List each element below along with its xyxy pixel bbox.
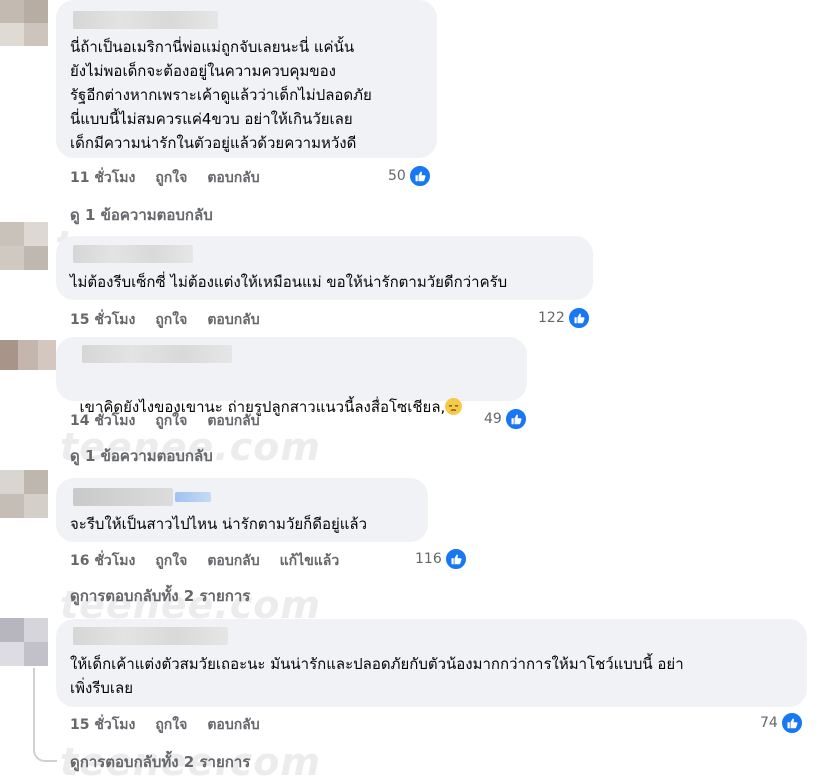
reaction-count[interactable]: 49 xyxy=(484,408,527,430)
reaction-count-value: 122 xyxy=(538,310,565,326)
like-thumb-icon xyxy=(408,165,431,187)
timestamp[interactable]: 15 ชั่วโมง xyxy=(70,309,135,331)
comment-actions: 16 ชั่วโมง ถูกใจ ตอบกลับ แก้ไขแล้ว xyxy=(70,550,359,572)
commenter-name-redacted[interactable] xyxy=(73,245,193,263)
like-button[interactable]: ถูกใจ xyxy=(155,714,187,736)
reaction-count-value: 49 xyxy=(484,411,502,427)
reply-button[interactable]: ตอบกลับ xyxy=(207,167,259,189)
avatar[interactable] xyxy=(0,470,48,518)
comment-actions: 15 ชั่วโมง ถูกใจ ตอบกลับ xyxy=(70,714,280,736)
commenter-name-redacted[interactable] xyxy=(73,627,228,645)
commenter-name-redacted[interactable] xyxy=(73,11,218,29)
reply-button[interactable]: ตอบกลับ xyxy=(207,309,259,331)
view-replies-link[interactable]: ดูการตอบกลับทั้ง 2 รายการ xyxy=(70,750,250,774)
like-thumb-icon xyxy=(780,712,803,734)
reaction-count[interactable]: 122 xyxy=(538,307,590,329)
like-thumb-icon xyxy=(567,307,590,329)
reaction-count[interactable]: 116 xyxy=(415,548,467,570)
comment-text: นี่ถ้าเป็นอเมริกานี่พ่อแม่ถูกจับเลยนะนี่… xyxy=(70,38,372,152)
commenter-tag-redacted[interactable] xyxy=(175,492,211,502)
comment-actions: 11 ชั่วโมง ถูกใจ ตอบกลับ xyxy=(70,167,280,189)
reaction-count[interactable]: 50 xyxy=(388,165,431,187)
like-button[interactable]: ถูกใจ xyxy=(155,167,187,189)
reply-button[interactable]: ตอบกลับ xyxy=(207,550,259,572)
reply-button[interactable]: ตอบกลับ xyxy=(207,714,259,736)
like-button[interactable]: ถูกใจ xyxy=(155,410,187,432)
like-thumb-icon xyxy=(504,408,527,430)
timestamp[interactable]: 14 ชั่วโมง xyxy=(70,410,135,432)
like-thumb-icon xyxy=(444,548,467,570)
comment-actions: 15 ชั่วโมง ถูกใจ ตอบกลับ xyxy=(70,309,280,331)
thread-connector xyxy=(33,735,57,762)
edited-label[interactable]: แก้ไขแล้ว xyxy=(280,550,340,572)
avatar[interactable] xyxy=(0,618,48,666)
avatar[interactable] xyxy=(0,0,48,46)
commenter-name-redacted[interactable] xyxy=(73,488,173,506)
reaction-count[interactable]: 74 xyxy=(760,712,803,734)
comment-text: ให้เด็กเค้าแต่งตัวสมวัยเถอะนะ มันน่ารักแ… xyxy=(70,655,684,697)
like-button[interactable]: ถูกใจ xyxy=(155,309,187,331)
reply-button[interactable]: ตอบกลับ xyxy=(207,410,259,432)
view-replies-link[interactable]: ดูการตอบกลับทั้ง 2 รายการ xyxy=(70,584,250,608)
comment-actions: 14 ชั่วโมง ถูกใจ ตอบกลับ xyxy=(70,410,280,432)
avatar[interactable] xyxy=(0,340,56,370)
like-button[interactable]: ถูกใจ xyxy=(155,550,187,572)
comment-text: จะรีบให้เป็นสาวไปไหน น่ารักตามวัยก็ดีอยู… xyxy=(70,515,368,533)
timestamp[interactable]: 16 ชั่วโมง xyxy=(70,550,135,572)
view-replies-link[interactable]: ดู 1 ข้อความตอบกลับ xyxy=(70,203,213,227)
view-replies-link[interactable]: ดู 1 ข้อความตอบกลับ xyxy=(70,444,213,468)
reaction-count-value: 116 xyxy=(415,551,442,567)
timestamp[interactable]: 15 ชั่วโมง xyxy=(70,714,135,736)
pensive-face-emoji xyxy=(445,398,463,415)
comment-text: ไม่ต้องรีบเซ็กซี่ ไม่ต้องแต่งให้เหมือนแม… xyxy=(70,273,508,291)
timestamp[interactable]: 11 ชั่วโมง xyxy=(70,167,135,189)
commenter-name-redacted[interactable] xyxy=(82,345,232,363)
reaction-count-value: 50 xyxy=(388,168,406,184)
reaction-count-value: 74 xyxy=(760,715,778,731)
avatar[interactable] xyxy=(0,222,48,270)
